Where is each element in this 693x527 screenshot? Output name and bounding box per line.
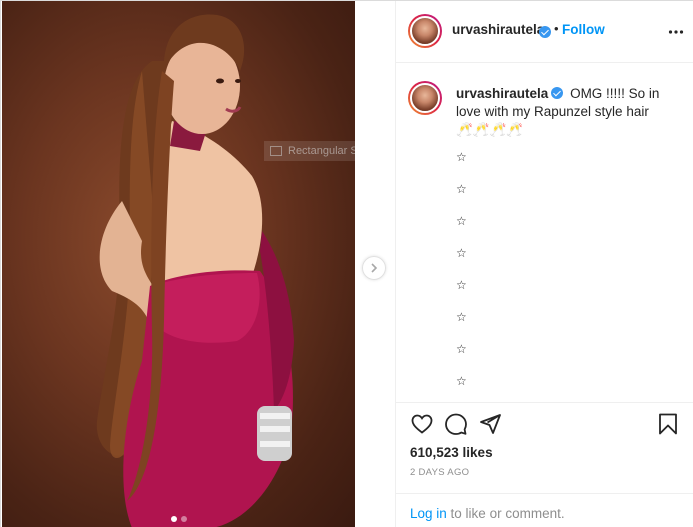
post-caption: urvashirautela OMG !!!!! So in love with… xyxy=(396,63,693,403)
verified-badge-icon xyxy=(539,26,551,38)
login-prompt: Log in to like or comment. xyxy=(396,493,693,527)
share-icon[interactable] xyxy=(478,412,502,436)
follow-button[interactable]: Follow xyxy=(562,22,605,37)
caption-star: ☆ xyxy=(456,182,467,196)
caption-verified-icon xyxy=(551,87,564,99)
caption-star: ☆ xyxy=(456,342,467,356)
caption-stars-list: ☆ ☆ ☆ ☆ ☆ ☆ ☆ ☆ xyxy=(456,150,467,406)
post-actions xyxy=(410,412,685,440)
carousel-dot-1 xyxy=(170,516,177,522)
caption-star: ☆ xyxy=(456,214,467,228)
login-link[interactable]: Log in xyxy=(410,506,447,521)
caption-star: ☆ xyxy=(456,150,467,164)
carousel-indicator xyxy=(2,516,355,522)
login-suffix: to like or comment. xyxy=(446,506,565,521)
carousel-next-button[interactable] xyxy=(362,256,386,280)
likes-count[interactable]: 610,523 likes xyxy=(410,445,493,460)
caption-star: ☆ xyxy=(456,278,467,292)
login-prompt-text: Log in to like or comment. xyxy=(410,506,565,521)
carousel-dot-2 xyxy=(180,516,187,522)
snip-label: Rectangular Snip xyxy=(288,145,355,157)
photo-illustration xyxy=(96,14,294,527)
more-dots-icon[interactable] xyxy=(668,24,684,40)
post-timestamp[interactable]: 2 DAYS AGO xyxy=(410,467,469,478)
post-side-panel: urvashirautela • Follow urvashirautela O… xyxy=(395,1,693,527)
instagram-post: Rectangular Snip urvashirautela • Follow xyxy=(0,0,693,527)
post-header: urvashirautela • Follow xyxy=(396,1,693,63)
caption-avatar[interactable] xyxy=(408,81,442,115)
heart-icon[interactable] xyxy=(410,412,434,436)
caption-star: ☆ xyxy=(456,310,467,324)
snip-icon xyxy=(270,146,282,156)
author-avatar[interactable] xyxy=(408,14,442,48)
author-username[interactable]: urvashirautela xyxy=(452,22,544,37)
rectangular-snip-overlay: Rectangular Snip xyxy=(264,141,355,161)
caption-star: ☆ xyxy=(456,246,467,260)
caption-text-block: urvashirautela OMG !!!!! So in love with… xyxy=(456,85,668,139)
comment-icon[interactable] xyxy=(444,412,468,436)
chevron-right-icon xyxy=(371,263,378,273)
bookmark-icon[interactable] xyxy=(656,412,680,436)
caption-username[interactable]: urvashirautela xyxy=(456,86,548,101)
caption-star: ☆ xyxy=(456,374,467,388)
header-separator: • xyxy=(554,21,559,36)
post-photo[interactable]: Rectangular Snip xyxy=(2,1,355,527)
